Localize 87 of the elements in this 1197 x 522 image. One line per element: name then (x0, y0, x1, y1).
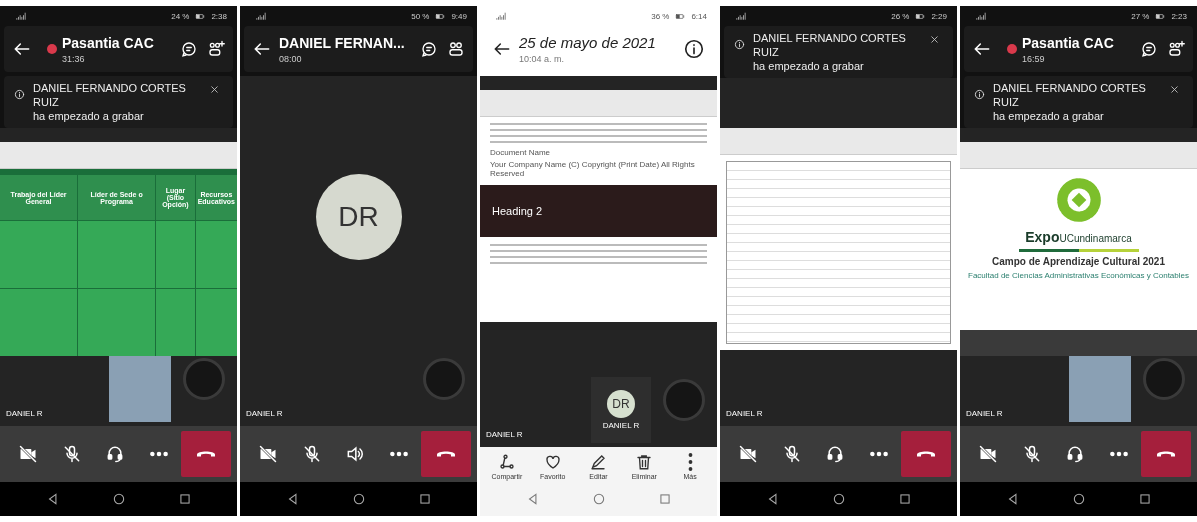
meeting-title: DANIEL FERNAN... (279, 34, 405, 52)
heading-banner: Heading 2 (480, 185, 717, 237)
speaker-icon (345, 444, 366, 464)
participant-name: DANIEL R (726, 409, 764, 420)
recording-message: ha empezado a grabar (33, 109, 145, 123)
avatar-initials: DR (315, 174, 402, 260)
battery-level: 26 % (891, 11, 910, 21)
battery-level: 27 % (1131, 11, 1150, 21)
clock-time: 6:14 (691, 11, 707, 21)
call-duration: 31:36 (62, 54, 85, 64)
meeting-title: Pasantia CAC (1022, 34, 1114, 52)
info-icon (683, 38, 705, 60)
photo-date: 25 de mayo de 2021 (519, 34, 656, 52)
heart-icon (543, 453, 562, 471)
participant-name: DANIEL R (486, 430, 524, 441)
circle-home-icon (831, 492, 846, 506)
slide-title: Campo de Aprendizaje Cultural 2021 (992, 256, 1165, 267)
info-icon (14, 89, 25, 100)
logo-text: ExpoUCundinamarca (1025, 229, 1132, 245)
battery-level: 24 % (171, 11, 190, 21)
avatar-circle (1143, 358, 1185, 400)
video-placeholder (1069, 356, 1131, 422)
phone-hang-up-icon (1157, 451, 1175, 457)
recording-message: ha empezado a grabar (753, 59, 865, 73)
chat-icon (420, 40, 438, 58)
clock-time: 2:29 (931, 11, 947, 21)
video-placeholder (109, 356, 171, 422)
slide-subtitle: Facultad de Ciencias Administrativas Económicas y Contables (967, 271, 1190, 280)
close-icon (929, 34, 940, 45)
hang-up-button[interactable] (1141, 431, 1191, 477)
clock-time: 2:38 (211, 11, 227, 21)
table-cell (156, 221, 195, 288)
recording-message: ha empezado a grabar (993, 109, 1105, 123)
phone-hang-up-icon (437, 451, 455, 457)
clock-time: 9:49 (451, 11, 467, 21)
table-cell (156, 289, 195, 356)
close-icon (1169, 84, 1180, 95)
circle-home-icon (351, 492, 366, 506)
table-cell (195, 221, 237, 288)
close-icon (209, 84, 220, 95)
meeting-title: Pasantia CAC (62, 34, 154, 52)
square-recents-icon (177, 492, 192, 506)
chat-icon (180, 40, 198, 58)
avatar-circle (663, 379, 705, 421)
camera-off-icon (737, 444, 758, 464)
circle-home-icon (1071, 492, 1086, 506)
more-icon (1110, 451, 1129, 457)
hang-up-button[interactable] (901, 431, 951, 477)
trash-icon (635, 453, 654, 471)
square-recents-icon (1137, 492, 1152, 506)
circle-home-icon (591, 492, 606, 506)
participant-name: DANIEL R (966, 409, 1004, 420)
square-recents-icon (417, 492, 432, 506)
battery-level: 50 % (411, 11, 430, 21)
battery-level: 36 % (651, 11, 670, 21)
avatar-initials: DR (607, 390, 635, 418)
more-icon (390, 451, 409, 457)
circle-home-icon (111, 492, 126, 506)
phone-hang-up-icon (917, 451, 935, 457)
camera-off-icon (257, 444, 278, 464)
participant-name: DANIEL R (6, 409, 44, 420)
hang-up-button[interactable] (181, 431, 231, 477)
info-icon (974, 89, 985, 100)
camera-off-icon (977, 444, 998, 464)
call-duration: 08:00 (279, 54, 302, 64)
copyright-line: Your Company Name (C) Copyright (Print Date) All Rights Reserved (490, 160, 696, 178)
camera-off-icon (17, 444, 38, 464)
photo-time: 10:04 a. m. (519, 54, 565, 64)
clock-time: 2:23 (1171, 11, 1187, 21)
pencil-icon (589, 453, 608, 471)
document-name: Document Name (490, 148, 552, 157)
more-icon (150, 451, 169, 457)
call-duration: 16:59 (1022, 54, 1045, 64)
square-recents-icon (897, 492, 912, 506)
avatar-circle (423, 358, 465, 400)
share-icon (497, 453, 516, 471)
participant-name: DANIEL R (602, 421, 640, 430)
avatar-circle (183, 358, 225, 400)
square-recents-icon (657, 492, 672, 506)
table-cell (195, 289, 237, 356)
hang-up-button[interactable] (421, 431, 471, 477)
participant-name: DANIEL R (246, 409, 284, 420)
more-icon (870, 451, 889, 457)
phone-hang-up-icon (197, 451, 215, 457)
more-icon (687, 453, 693, 471)
chat-icon (1140, 40, 1158, 58)
info-icon (734, 39, 745, 50)
